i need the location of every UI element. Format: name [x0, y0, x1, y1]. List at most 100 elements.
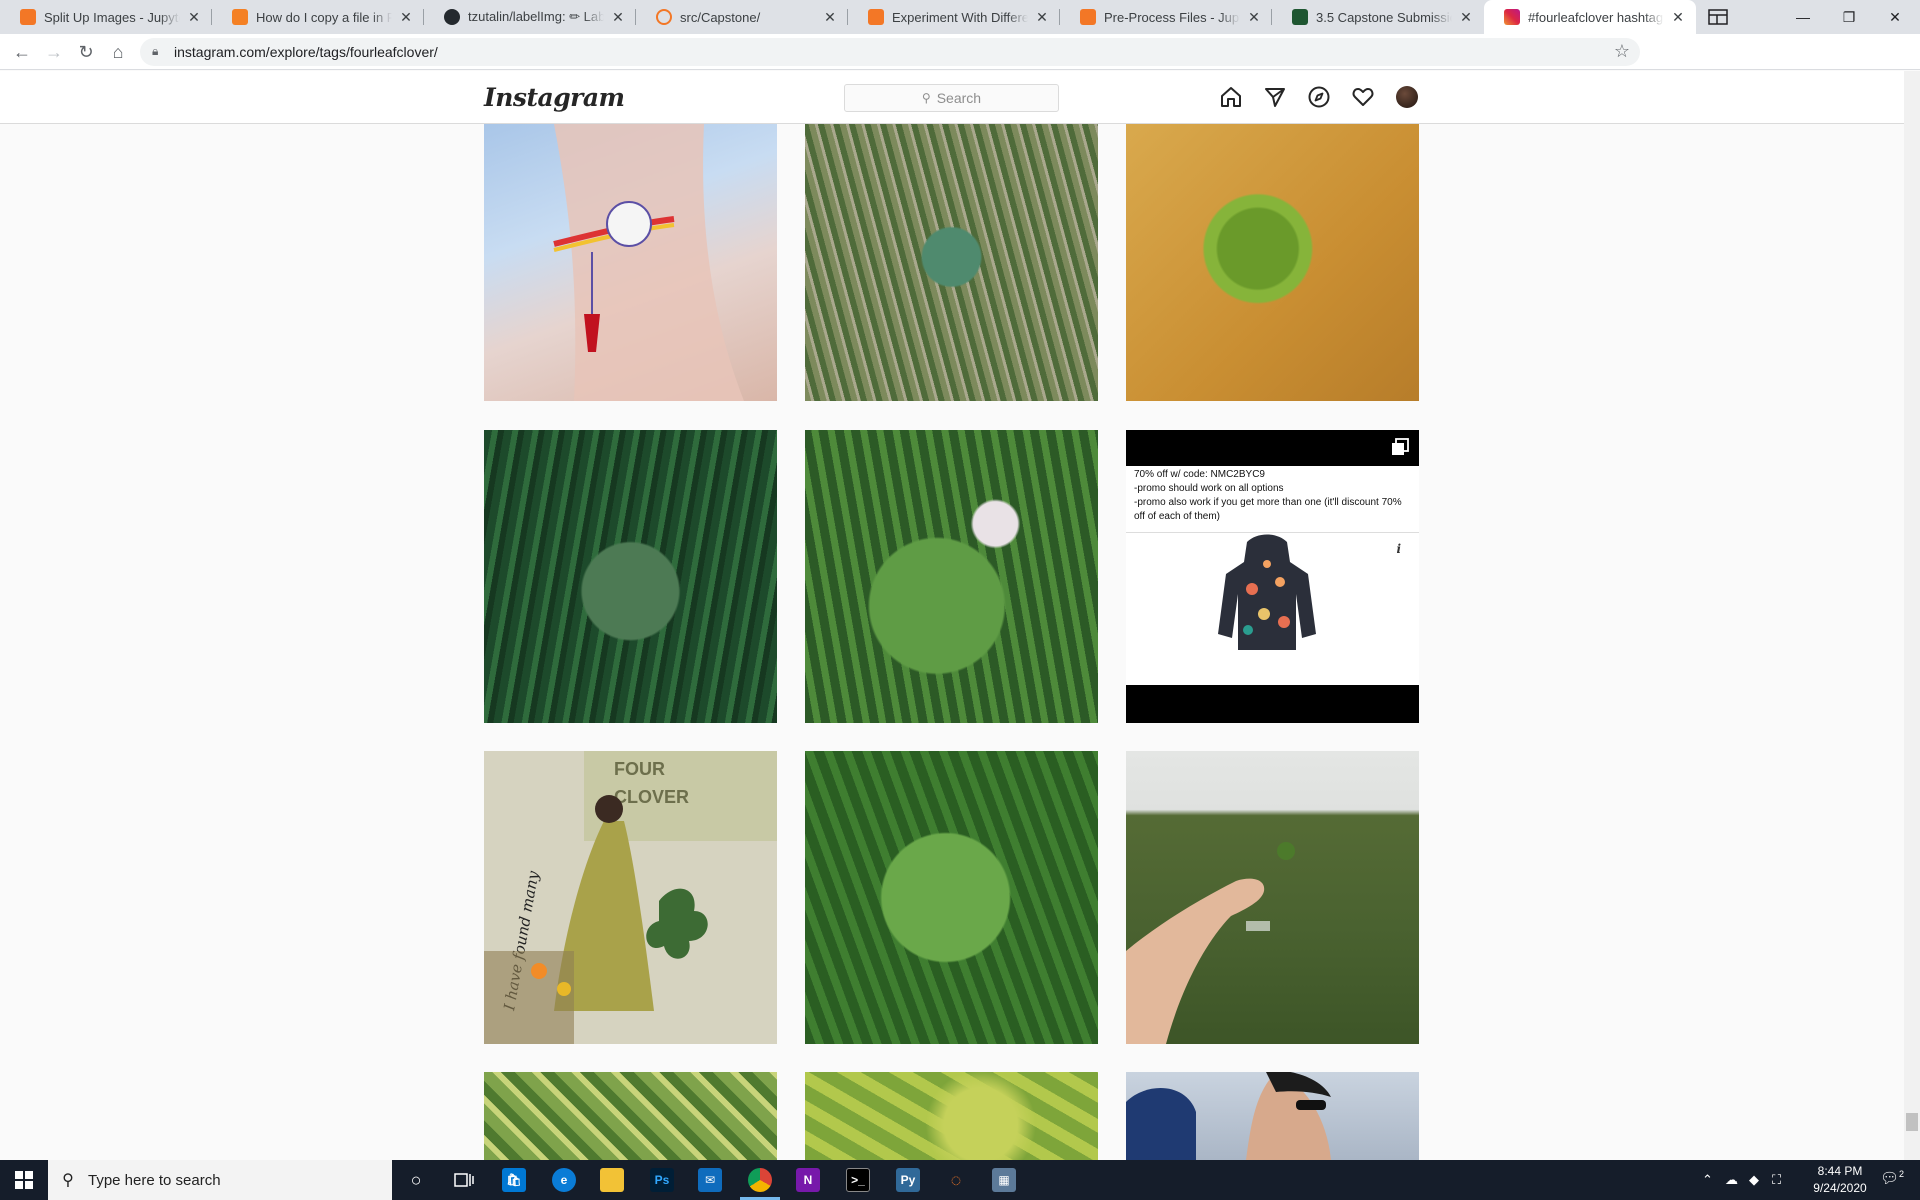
- post-thumbnail[interactable]: [805, 1072, 1098, 1160]
- close-tab-icon[interactable]: ✕: [186, 9, 202, 26]
- browser-tab[interactable]: src/Capstone/ ✕: [636, 0, 848, 34]
- close-tab-icon[interactable]: ✕: [1458, 9, 1474, 26]
- close-tab-icon[interactable]: ✕: [1034, 9, 1050, 26]
- post-thumbnail[interactable]: [484, 1072, 777, 1160]
- collage-title: FOUR: [614, 759, 665, 779]
- search-input[interactable]: ⚲ Search: [844, 84, 1059, 112]
- instagram-icon: [1504, 9, 1520, 25]
- onedrive-cloud-icon[interactable]: ☁: [1725, 1172, 1738, 1188]
- store-icon[interactable]: 🛍︎: [502, 1168, 526, 1192]
- ad-caption-line: -promo should work on all options: [1134, 483, 1284, 494]
- browser-tab[interactable]: Split Up Images - Jupyter N ✕: [0, 0, 212, 34]
- clock-date: 9/24/2020: [1813, 1181, 1867, 1195]
- collage-title: CLOVER: [614, 787, 689, 807]
- close-tab-icon[interactable]: ✕: [398, 9, 414, 26]
- photoshop-icon[interactable]: Ps: [650, 1168, 674, 1192]
- terminal-icon[interactable]: >_: [846, 1168, 870, 1192]
- instagram-logo[interactable]: Instagram: [484, 83, 625, 112]
- browser-tab-active[interactable]: #fourleafclover hashtag on ✕: [1484, 0, 1696, 34]
- clock-time: 8:44 PM: [1817, 1164, 1863, 1178]
- post-thumbnail[interactable]: [1126, 751, 1419, 1044]
- close-window-icon[interactable]: ✕: [1872, 0, 1918, 34]
- stackoverflow-icon: [232, 9, 248, 25]
- tab-title: Experiment With Different N: [892, 9, 1028, 25]
- tab-title: tzutalin/labelImg: ✏ Labeli: [468, 9, 604, 24]
- activity-heart-icon[interactable]: [1351, 85, 1375, 109]
- chrome-icon[interactable]: [748, 1168, 772, 1192]
- jupyter-app-icon[interactable]: ◌: [944, 1168, 968, 1192]
- mail-icon[interactable]: ✉: [698, 1168, 722, 1192]
- file-explorer-icon[interactable]: [600, 1168, 624, 1192]
- tattoo-illustration: [553, 124, 744, 401]
- browser-tab[interactable]: tzutalin/labelImg: ✏ Labeli ✕: [424, 0, 636, 34]
- browser-tab[interactable]: Pre-Process Files - Jupyter N ✕: [1060, 0, 1272, 34]
- bookmark-star-icon[interactable]: ☆: [1614, 41, 1630, 62]
- browser-toolbar: ← → ↻ ⌂ 🔒︎ instagram.com/explore/tags/fo…: [0, 34, 1920, 95]
- scrollbar-thumb[interactable]: [1906, 1113, 1918, 1131]
- taskbar-search-input[interactable]: ⚲ Type here to search: [48, 1160, 392, 1200]
- lock-icon: 🔒︎: [152, 44, 159, 58]
- instagram-header: Instagram ⚲ Search: [0, 71, 1904, 124]
- network-icon[interactable]: ⛶: [1772, 1172, 1781, 1188]
- calculator-icon[interactable]: ▦: [992, 1168, 1016, 1192]
- python-icon[interactable]: Py: [896, 1168, 920, 1192]
- page-scrollbar[interactable]: [1904, 71, 1920, 1160]
- info-icon[interactable]: i: [1396, 542, 1401, 556]
- carousel-multiple-icon: [1392, 438, 1409, 455]
- post-thumbnail[interactable]: FOUR CLOVER I have found many: [484, 751, 777, 1044]
- close-tab-icon[interactable]: ✕: [1246, 9, 1262, 26]
- post-thumbnail[interactable]: [805, 124, 1098, 401]
- loading-icon: [656, 9, 672, 25]
- home-icon[interactable]: ⌂: [104, 38, 132, 66]
- post-thumbnail[interactable]: [805, 751, 1098, 1044]
- post-thumbnail[interactable]: [1126, 124, 1419, 401]
- post-thumbnail[interactable]: [1126, 1072, 1419, 1160]
- browser-tab[interactable]: Experiment With Different N ✕: [848, 0, 1060, 34]
- post-thumbnail[interactable]: [484, 430, 777, 723]
- reload-icon[interactable]: ↻: [72, 38, 100, 66]
- edge-icon[interactable]: e: [552, 1168, 576, 1192]
- ad-caption-line: 70% off w/ code: NMC2BYC9: [1134, 469, 1265, 480]
- ad-caption-line: -promo also work if you get more than on…: [1134, 497, 1402, 522]
- dropbox-icon[interactable]: ◆: [1749, 1172, 1759, 1188]
- explore-compass-icon[interactable]: [1307, 85, 1331, 109]
- post-thumbnail-sponsored[interactable]: 70% off w/ code: NMC2BYC9 -promo should …: [1126, 430, 1419, 723]
- browser-tab-strip: Split Up Images - Jupyter N ✕ How do I c…: [0, 0, 1920, 34]
- ad-caption: 70% off w/ code: NMC2BYC9 -promo should …: [1134, 468, 1414, 524]
- close-tab-icon[interactable]: ✕: [1670, 9, 1686, 26]
- post-thumbnail[interactable]: [805, 430, 1098, 723]
- restore-icon[interactable]: ❐: [1826, 0, 1872, 34]
- direct-message-icon[interactable]: [1263, 85, 1287, 109]
- profile-avatar[interactable]: [1395, 85, 1419, 109]
- tab-title: Pre-Process Files - Jupyter N: [1104, 9, 1240, 25]
- home-icon[interactable]: [1219, 85, 1243, 109]
- close-tab-icon[interactable]: ✕: [610, 9, 626, 26]
- browser-tab[interactable]: How do I copy a file in Pyth ✕: [212, 0, 424, 34]
- show-hidden-icons-chevron-icon[interactable]: ⌃: [1702, 1172, 1713, 1188]
- post-thumbnail[interactable]: [484, 124, 777, 401]
- portrait-illustration: [1126, 1072, 1331, 1160]
- notification-count: 2: [1899, 1169, 1905, 1179]
- windows-start-icon[interactable]: [12, 1168, 36, 1192]
- cortana-icon[interactable]: ○: [404, 1168, 428, 1192]
- instagram-page: Instagram ⚲ Search 70% off w/ code: NMC2…: [0, 71, 1904, 1160]
- notifications-icon[interactable]: 💬︎2: [1880, 1169, 1904, 1187]
- forward-icon[interactable]: →: [40, 38, 68, 66]
- onenote-icon[interactable]: N: [796, 1168, 820, 1192]
- course-icon: [1292, 9, 1308, 25]
- browser-tab[interactable]: 3.5 Capstone Submission - ✕: [1272, 0, 1484, 34]
- tab-search-icon[interactable]: [1696, 0, 1740, 34]
- jupyter-icon: [1080, 9, 1096, 25]
- system-clock[interactable]: 8:44 PM 9/24/2020: [1792, 1163, 1888, 1197]
- address-bar[interactable]: 🔒︎ instagram.com/explore/tags/fourleafcl…: [140, 38, 1640, 66]
- jacket-image: [1218, 534, 1316, 650]
- tab-title: 3.5 Capstone Submission -: [1316, 9, 1452, 25]
- url-text: instagram.com/explore/tags/fourleafclove…: [174, 44, 438, 60]
- search-placeholder: Search: [936, 90, 982, 106]
- close-tab-icon[interactable]: ✕: [822, 9, 838, 26]
- task-view-icon[interactable]: [452, 1168, 476, 1192]
- back-icon[interactable]: ←: [8, 38, 36, 66]
- hand-illustration: [1126, 842, 1295, 1044]
- minimize-icon[interactable]: —: [1780, 0, 1826, 34]
- search-icon: ⚲: [62, 1172, 74, 1189]
